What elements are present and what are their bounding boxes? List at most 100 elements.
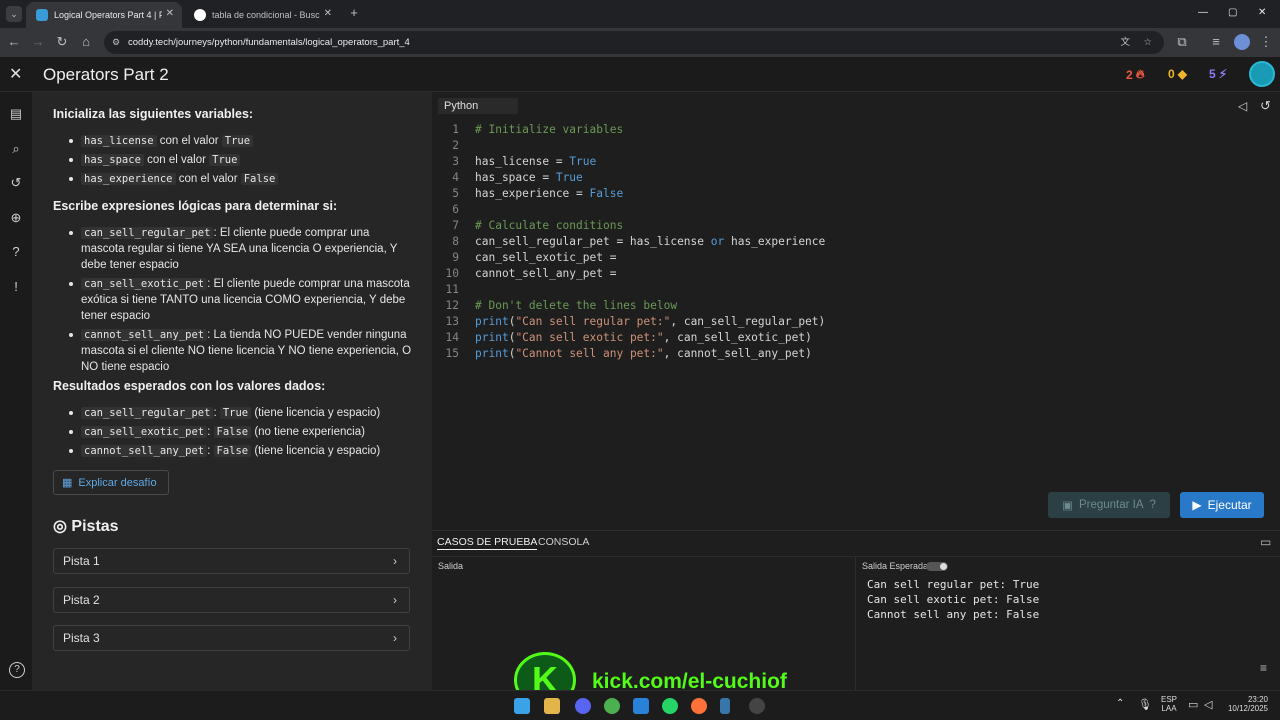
forward-icon[interactable]: → bbox=[30, 34, 46, 49]
reading-list-icon[interactable]: ≡ bbox=[1208, 34, 1224, 49]
code-line[interactable]: print("Can sell exotic pet:", can_sell_e… bbox=[475, 330, 812, 346]
maximize-icon[interactable]: ▢ bbox=[1228, 7, 1237, 18]
code-line[interactable]: print("Cannot sell any pet:", cannot_sel… bbox=[475, 346, 812, 362]
play-icon: ▶ bbox=[1192, 498, 1202, 512]
code-line[interactable]: print("Can sell regular pet:", can_sell_… bbox=[475, 314, 825, 330]
back-icon[interactable]: ← bbox=[6, 34, 22, 49]
line-number: 8 bbox=[452, 235, 459, 248]
file-explorer-icon[interactable] bbox=[544, 698, 560, 714]
tab-google-search[interactable]: tabla de condicional - Buscar c ✕ bbox=[184, 2, 340, 28]
list-item: has_space con el valor True bbox=[67, 152, 412, 168]
code-line[interactable]: # Initialize variables bbox=[475, 122, 623, 138]
minimize-icon[interactable]: — bbox=[1198, 7, 1208, 18]
layout-icon[interactable]: ▭ bbox=[1260, 535, 1271, 549]
line-number: 13 bbox=[445, 315, 459, 328]
menu-lines-icon[interactable]: ≡ bbox=[1260, 661, 1267, 675]
close-window-icon[interactable]: ✕ bbox=[1258, 7, 1266, 18]
code-line[interactable]: # Don't delete the lines below bbox=[475, 298, 677, 314]
item-sep: : bbox=[207, 426, 211, 438]
chevron-up-icon[interactable]: ⌃ bbox=[1116, 698, 1124, 709]
gems-count: 0 bbox=[1168, 67, 1175, 81]
item-note: (tiene licencia y espacio) bbox=[254, 445, 381, 457]
code-line[interactable]: has_license = True bbox=[475, 154, 596, 170]
code-editor[interactable]: Python ◁ ↺ 1 # Initialize variables 2 3 has_… bbox=[432, 92, 1280, 530]
whatsapp-icon[interactable] bbox=[662, 698, 678, 714]
code-line[interactable]: # Calculate conditions bbox=[475, 218, 623, 234]
tab-console[interactable]: CONSOLA bbox=[538, 536, 589, 548]
app-header: ✕ Operators Part 2 2 🔥︎ 0 ◆ 5 ⚡︎ bbox=[0, 57, 1280, 92]
chevron-right-icon: › bbox=[393, 554, 397, 568]
item-sep: : bbox=[213, 407, 217, 419]
energy-stat[interactable]: 5 ⚡︎ bbox=[1209, 67, 1227, 81]
close-lesson-icon[interactable]: ✕ bbox=[9, 64, 22, 84]
python-icon[interactable] bbox=[720, 698, 730, 714]
new-tab-icon[interactable]: + bbox=[346, 5, 362, 20]
clock[interactable]: 23:20 10/12/2025 bbox=[1226, 695, 1268, 713]
flame-icon: 🔥︎ bbox=[1135, 67, 1145, 81]
hint-3[interactable]: Pista 3 › bbox=[53, 625, 410, 651]
ask-ai-label: Preguntar IA bbox=[1078, 499, 1144, 511]
address-input[interactable]: ⚙ coddy.tech/journeys/python/fundamental… bbox=[104, 31, 1164, 54]
translate-icon[interactable]: 文 bbox=[1120, 31, 1130, 54]
firefox-icon[interactable] bbox=[691, 698, 707, 714]
code-line[interactable]: has_space = True bbox=[475, 170, 583, 186]
bookmark-star-icon[interactable]: ☆ bbox=[1143, 31, 1152, 54]
expr-heading: Escribe expresiones lógicas para determi… bbox=[53, 199, 338, 213]
user-avatar[interactable] bbox=[1249, 61, 1275, 87]
code-line[interactable]: cannot_sell_any_pet = bbox=[475, 266, 623, 282]
tab-test-cases[interactable]: CASOS DE PRUEBA bbox=[437, 536, 538, 550]
windows-start-icon[interactable] bbox=[514, 698, 530, 714]
var-code: has_experience bbox=[81, 173, 176, 185]
site-info-icon[interactable]: ⚙ bbox=[112, 31, 120, 54]
code-line[interactable]: can_sell_exotic_pet = bbox=[475, 250, 623, 266]
profile-avatar[interactable] bbox=[1234, 34, 1250, 50]
lesson-doc-icon[interactable]: ▤ bbox=[8, 106, 24, 122]
explain-challenge-button[interactable]: ▦ Explicar desafío bbox=[53, 470, 169, 495]
reset-icon[interactable]: ↺ bbox=[1260, 98, 1271, 114]
reload-icon[interactable]: ↻ bbox=[54, 34, 70, 50]
home-icon[interactable]: ⌂ bbox=[78, 34, 94, 49]
code-line[interactable]: can_sell_regular_pet = has_license or ha… bbox=[475, 234, 825, 250]
zoom-icon[interactable]: ⊕ bbox=[8, 210, 24, 226]
streak-count: 2 bbox=[1126, 67, 1133, 82]
code-line[interactable]: has_experience = False bbox=[475, 186, 623, 202]
run-button[interactable]: ▶ Ejecutar bbox=[1180, 492, 1264, 518]
speaker-icon[interactable]: ◁ bbox=[1238, 99, 1247, 113]
microphone-icon[interactable]: 🎙︎ bbox=[1138, 698, 1152, 711]
left-rail: ▤ ⌕ ↺ ⊕ ? ! ? bbox=[0, 92, 32, 690]
init-heading: Inicializa las siguientes variables: bbox=[53, 107, 254, 121]
close-tab-icon[interactable]: ✕ bbox=[324, 8, 332, 19]
expected-toggle[interactable] bbox=[926, 562, 948, 571]
lang-code: ESP bbox=[1161, 695, 1178, 704]
close-tab-icon[interactable]: ✕ bbox=[166, 8, 174, 19]
network-icon[interactable]: ▭ bbox=[1188, 698, 1198, 711]
github-icon[interactable] bbox=[749, 698, 765, 714]
search-doc-icon[interactable]: ⌕ bbox=[8, 141, 24, 157]
language-tab[interactable]: Python bbox=[438, 98, 518, 114]
help-bubble-icon[interactable]: ? bbox=[8, 244, 24, 260]
chrome-icon[interactable] bbox=[604, 698, 620, 714]
output-label: Salida bbox=[438, 561, 464, 571]
vscode-icon[interactable] bbox=[633, 698, 649, 714]
menu-kebab-icon[interactable]: ⋮ bbox=[1258, 34, 1274, 50]
clock-time: 23:20 bbox=[1247, 695, 1268, 704]
streak-stat[interactable]: 2 🔥︎ bbox=[1126, 67, 1145, 82]
hint-1[interactable]: Pista 1 › bbox=[53, 548, 410, 574]
var-code: can_sell_regular_pet bbox=[81, 227, 214, 239]
list-item: has_experience con el valor False bbox=[67, 171, 412, 187]
chevron-right-icon: › bbox=[393, 631, 397, 645]
tab-logical-operators[interactable]: Logical Operators Part 4 | Pytho ✕ bbox=[26, 2, 182, 28]
tab-search-icon[interactable]: ⌄ bbox=[6, 6, 22, 22]
history-icon[interactable]: ↺ bbox=[8, 175, 24, 191]
extensions-icon[interactable]: ⧉ bbox=[1174, 34, 1190, 50]
volume-icon[interactable]: ◁ bbox=[1204, 698, 1212, 711]
ask-ai-button[interactable]: ▣ Preguntar IA ? bbox=[1048, 492, 1170, 518]
help-circle-icon[interactable]: ? bbox=[9, 662, 25, 678]
init-list: has_license con el valor True has_space … bbox=[67, 133, 412, 190]
coddy-favicon-icon bbox=[36, 9, 48, 21]
gems-stat[interactable]: 0 ◆ bbox=[1168, 67, 1187, 81]
language-indicator[interactable]: ESP LAA bbox=[1161, 695, 1177, 713]
hint-2[interactable]: Pista 2 › bbox=[53, 587, 410, 613]
discord-icon[interactable] bbox=[575, 698, 591, 714]
feedback-icon[interactable]: ! bbox=[8, 279, 24, 295]
